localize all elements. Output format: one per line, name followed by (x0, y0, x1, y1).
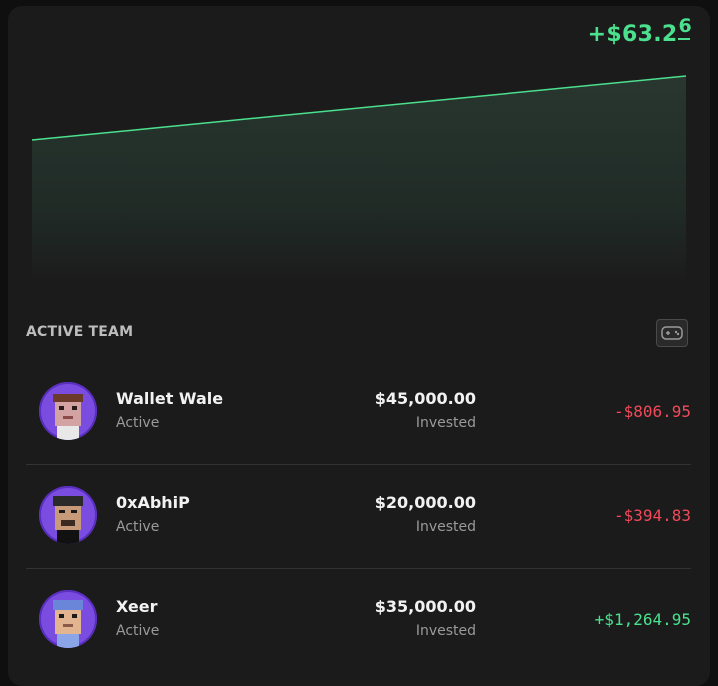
member-pnl: +$1,264.95 (594, 610, 691, 629)
member-status: Active (116, 623, 160, 639)
invested-amount: $45,000.00 (374, 389, 476, 408)
member-pnl: -$806.95 (613, 402, 691, 421)
invested-amount: $35,000.00 (374, 597, 476, 616)
pixel-avatar-icon (39, 590, 97, 648)
fraction-underline (678, 38, 691, 40)
gamepad-glyph (661, 326, 683, 340)
member-pnl: -$394.83 (613, 506, 691, 525)
invested-label: Invested (415, 519, 476, 535)
pixel-avatar-icon (39, 486, 97, 544)
list-item[interactable]: Xeer Active $35,000.00 Invested +$1,264.… (26, 568, 691, 672)
pnl-chart (31, 75, 687, 281)
total-pnl: +$63.2 6 (587, 17, 692, 48)
gamepad-icon[interactable] (656, 319, 688, 347)
section-title: ACTIVE TEAM (26, 324, 134, 340)
invested-amount: $20,000.00 (374, 493, 476, 512)
member-name: 0xAbhiP (116, 493, 190, 512)
pixel-avatar-icon (39, 382, 97, 440)
team-panel: +$63.2 6 ACTIVE TEAM Wallet Wale Active … (8, 6, 710, 686)
member-status: Active (116, 415, 160, 431)
invested-label: Invested (415, 623, 476, 639)
chart-area (32, 76, 686, 281)
total-pnl-fraction-digit: 6 (678, 15, 692, 37)
list-item[interactable]: 0xAbhiP Active $20,000.00 Invested -$394… (26, 464, 691, 569)
total-pnl-value: +$63.2 (587, 22, 678, 47)
member-status: Active (116, 519, 160, 535)
member-name: Xeer (116, 597, 158, 616)
invested-label: Invested (415, 415, 476, 431)
total-pnl-fraction: 6 (678, 15, 692, 40)
member-name: Wallet Wale (116, 389, 224, 408)
list-item[interactable]: Wallet Wale Active $45,000.00 Invested -… (26, 360, 691, 465)
